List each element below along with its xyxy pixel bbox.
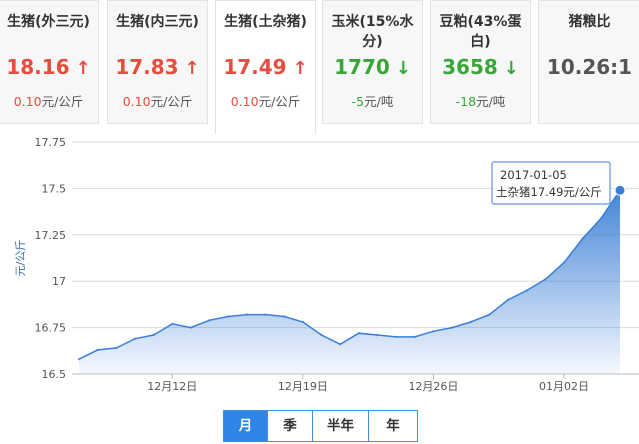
tab-soymeal[interactable]: 豆粕(43%蛋白) 3658 ↓ -18元/吨 [430, 0, 531, 124]
tab-name: 生猪(土杂猪) [224, 14, 307, 30]
tab-pig-native[interactable]: 生猪(土杂猪) 17.49 ↑ 0.10元/公斤 [215, 0, 316, 134]
tab-name: 玉米(15%水分) [331, 14, 414, 50]
arrow-down-icon: ↓ [395, 58, 411, 79]
tab-price: 18.16 ↑ [6, 55, 91, 79]
data-point [357, 332, 360, 335]
tab-corn[interactable]: 玉米(15%水分) 1770 ↓ -5元/吨 [322, 0, 423, 124]
data-point [264, 313, 267, 316]
data-point [581, 237, 584, 240]
y-tick-label: 17.5 [42, 182, 67, 195]
tab-name: 豆粕(43%蛋白) [439, 14, 522, 50]
data-point [469, 320, 472, 324]
data-point [562, 261, 566, 264]
tab-change: -5元/吨 [351, 94, 394, 109]
data-point [432, 330, 435, 333]
tab-change: 0.10元/公斤 [122, 94, 193, 109]
range-month-button[interactable]: 月 [223, 410, 268, 442]
data-point [450, 326, 454, 329]
arrow-up-icon: ↑ [292, 58, 308, 79]
price-area-chart: 16.5 16.75 17 17.25 17.5 17.75 元/公斤 12月12日 12月19… [14, 136, 639, 393]
tab-price: 10.26:1 [546, 55, 633, 79]
x-tick-label: 12月19日 [278, 380, 328, 393]
highlight-point [614, 184, 626, 196]
data-point [171, 322, 174, 326]
tab-change: -18元/吨 [455, 94, 506, 109]
x-tick-label: 12月26日 [408, 380, 458, 393]
data-point [77, 358, 81, 361]
data-point [413, 335, 416, 339]
data-point [208, 319, 211, 322]
tab-pig-inner[interactable]: 生猪(内三元) 17.83 ↑ 0.10元/公斤 [107, 0, 208, 124]
price-area [79, 190, 620, 374]
price-tabs: 生猪(外三元) 18.16 ↑ 0.10元/公斤 生猪(内三元) 17.83 ↑ 0… [0, 0, 639, 134]
data-point [189, 326, 193, 329]
data-point [301, 320, 305, 324]
data-point [506, 298, 510, 301]
data-point [488, 313, 491, 316]
data-point [152, 333, 155, 337]
tab-pig-outer[interactable]: 生猪(外三元) 18.16 ↑ 0.10元/公斤 [0, 0, 99, 124]
data-point [245, 313, 249, 316]
range-half-year-button[interactable]: 半年 [312, 410, 369, 442]
x-tick-label: 12月12日 [147, 380, 197, 393]
data-point [133, 337, 137, 340]
data-point [544, 278, 547, 281]
data-point [339, 343, 342, 346]
y-tick-label: 16.5 [42, 368, 67, 381]
y-tick-label: 17 [52, 275, 66, 288]
tab-name: 生猪(外三元) [7, 14, 90, 30]
tab-price: 17.49 ↑ [223, 55, 308, 79]
data-point [600, 216, 603, 220]
data-point [376, 333, 379, 337]
y-tick-label: 17.25 [35, 229, 67, 242]
tab-price: 1770 ↓ [334, 55, 411, 79]
y-axis-label: 元/公斤 [14, 240, 27, 277]
tooltip-value: 土杂猪17.49元/公斤 [496, 185, 602, 199]
y-tick-label: 16.75 [35, 322, 67, 335]
range-quarter-button[interactable]: 季 [267, 410, 313, 442]
arrow-up-icon: ↑ [184, 58, 200, 79]
data-point [115, 346, 118, 350]
tab-change: 0.10元/公斤 [230, 94, 301, 109]
tab-price: 3658 ↓ [442, 55, 519, 79]
arrow-up-icon: ↑ [75, 58, 91, 79]
data-point [96, 348, 99, 352]
tooltip-date: 2017-01-05 [500, 168, 567, 182]
tab-price: 17.83 ↑ [115, 55, 200, 79]
data-point [394, 335, 398, 339]
tab-pig-grain-ratio[interactable]: 猪粮比 10.26:1 [538, 0, 639, 124]
arrow-down-icon: ↓ [503, 58, 519, 79]
x-tick-label: 01月02日 [539, 380, 589, 393]
tab-change: 0.10元/公斤 [13, 94, 84, 109]
data-point [227, 315, 230, 318]
range-year-button[interactable]: 年 [368, 410, 418, 442]
data-point [283, 315, 286, 318]
data-point [320, 333, 323, 337]
y-tick-label: 17.75 [35, 136, 67, 149]
tab-name: 猪粮比 [568, 14, 611, 30]
data-point [525, 289, 528, 292]
tab-name: 生猪(内三元) [116, 14, 199, 30]
